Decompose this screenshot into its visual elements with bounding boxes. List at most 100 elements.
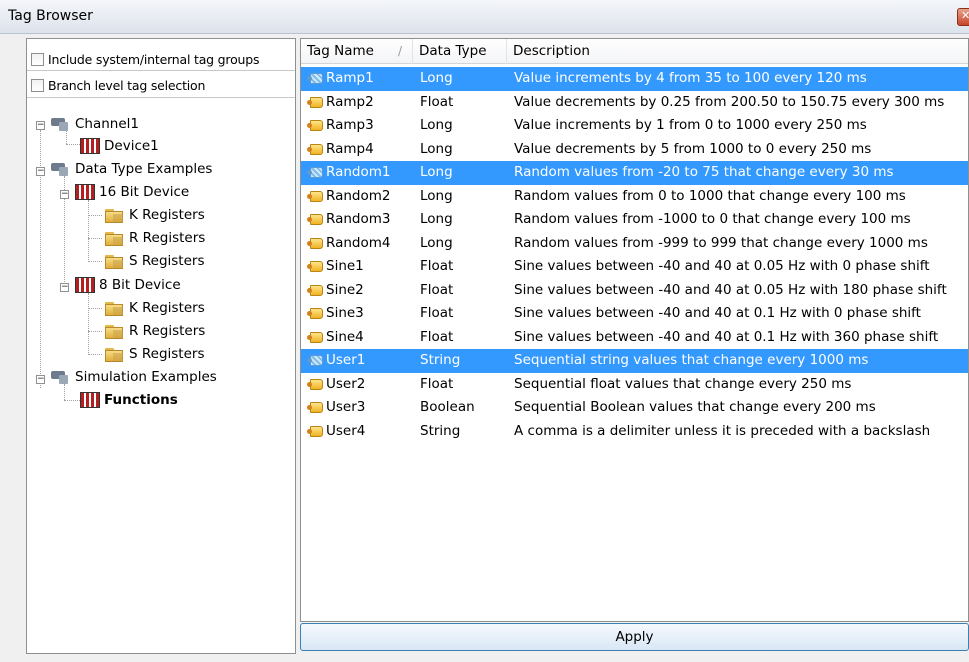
close-icon: ✕ <box>961 9 969 22</box>
table-row[interactable]: Sine2 Float Sine values between -40 and 40… <box>301 279 968 303</box>
tree-node-label: Channel1 <box>75 116 140 132</box>
tag-icon <box>307 72 323 85</box>
tag-name-cell: User1 <box>326 352 366 368</box>
data-type-cell: Long <box>420 187 453 204</box>
tree-node-label: R Registers <box>129 230 206 246</box>
column-header-description[interactable]: Description <box>507 39 968 64</box>
device-icon <box>75 277 95 293</box>
tag-icon <box>307 213 323 226</box>
description-cell: Sine values between -40 and 40 at 0.05 H… <box>514 281 947 298</box>
tree-node-8bit-s-registers[interactable]: S Registers <box>105 343 204 365</box>
table-row[interactable]: Ramp3 Long Value increments by 1 from 0 to… <box>301 114 968 138</box>
data-type-cell: Long <box>420 70 453 86</box>
collapse-icon[interactable]: − <box>36 375 45 384</box>
table-row[interactable]: User4 String A comma is a delimiter unless… <box>301 420 968 444</box>
tag-icon <box>307 143 323 156</box>
table-row[interactable]: Sine1 Float Sine values between -40 and 40… <box>301 255 968 279</box>
tree-node-16bit-r-registers[interactable]: R Registers <box>105 227 205 249</box>
table-row[interactable]: Ramp2 Float Value decrements by 0.25 from … <box>301 91 968 115</box>
table-row[interactable]: Sine3 Float Sine values between -40 and 40… <box>301 302 968 326</box>
dialog-client: Include system/internal tag groups Branc… <box>22 34 969 658</box>
data-type-cell: Long <box>420 140 453 157</box>
data-type-cell: Long <box>420 234 453 251</box>
description-cell: Value decrements by 0.25 from 200.50 to … <box>514 93 945 110</box>
tree-node-label: Functions <box>104 392 178 408</box>
tag-icon <box>307 260 323 273</box>
tag-name-cell: User4 <box>326 422 366 439</box>
folder-icon <box>105 208 125 223</box>
collapse-icon[interactable]: − <box>36 167 45 176</box>
tag-icon <box>307 119 323 132</box>
data-type-cell: String <box>420 352 461 368</box>
description-cell: Sequential string values that change eve… <box>514 352 869 368</box>
description-cell: Sine values between -40 and 40 at 0.05 H… <box>514 258 930 274</box>
tag-name-cell: Sine1 <box>326 258 364 274</box>
description-cell: Sequential float values that change ever… <box>514 375 852 392</box>
tag-icon <box>307 237 323 250</box>
description-cell: Sine values between -40 and 40 at 0.1 Hz… <box>514 328 939 345</box>
column-header-tag-name[interactable]: Tag Name / <box>301 39 413 64</box>
table-row[interactable]: Random4 Long Random values from -999 to 99… <box>301 232 968 256</box>
tag-icon <box>307 166 323 179</box>
table-row[interactable]: Ramp4 Long Value decrements by 5 from 1000… <box>301 138 968 162</box>
tag-name-cell: User3 <box>326 399 366 415</box>
collapse-icon[interactable]: − <box>60 283 69 292</box>
tree-node-8bit-k-registers[interactable]: K Registers <box>105 297 205 319</box>
tag-name-cell: Sine3 <box>326 305 364 321</box>
tree-node-simulation-examples[interactable]: Simulation Examples <box>51 366 217 388</box>
tag-icon <box>307 354 323 367</box>
tree-connector <box>88 354 102 355</box>
description-cell: Value increments by 4 from 35 to 100 eve… <box>514 70 867 86</box>
sort-indicator-icon: / <box>397 44 402 58</box>
tag-list: Tag Name / Data Type Description Ramp1 Lo… <box>300 38 969 622</box>
data-type-cell: Long <box>420 211 453 227</box>
table-row[interactable]: User2 Float Sequential float values that c… <box>301 373 968 397</box>
tree-node-device1[interactable]: Device1 <box>80 135 159 157</box>
tag-icon <box>307 401 323 414</box>
description-cell: Value decrements by 5 from 1000 to 0 eve… <box>514 140 872 157</box>
tree-node-label: 16 Bit Device <box>99 184 190 200</box>
device-icon <box>80 138 100 154</box>
tree-node-8-bit-device[interactable]: 8 Bit Device <box>75 274 181 296</box>
tag-name-cell: Ramp2 <box>326 93 374 110</box>
tree-node-16bit-k-registers[interactable]: K Registers <box>105 204 205 226</box>
tag-name-cell: Random3 <box>326 211 391 227</box>
tree-node-label: Data Type Examples <box>75 161 213 177</box>
tree-node-16bit-s-registers[interactable]: S Registers <box>105 250 204 272</box>
tag-name-cell: User2 <box>326 375 366 392</box>
tree-node-functions[interactable]: Functions <box>80 389 178 411</box>
column-header-data-type[interactable]: Data Type <box>413 39 507 64</box>
table-row[interactable]: User3 Boolean Sequential Boolean values th… <box>301 396 968 420</box>
description-cell: Random values from 0 to 1000 that change… <box>514 187 906 204</box>
description-cell: Random values from -1000 to 0 that chang… <box>514 211 911 227</box>
table-row[interactable]: Ramp1 Long Value increments by 4 from 35 t… <box>301 67 968 91</box>
close-button[interactable]: ✕ <box>957 8 969 26</box>
data-type-cell: String <box>420 422 461 439</box>
tag-name-cell: Sine2 <box>326 281 364 298</box>
tree-node-data-type-examples[interactable]: Data Type Examples <box>51 158 212 180</box>
column-header-label: Data Type <box>419 43 487 59</box>
table-row[interactable]: Sine4 Float Sine values between -40 and 40… <box>301 326 968 350</box>
folder-icon <box>105 231 125 246</box>
tag-name-cell: Ramp3 <box>326 117 374 133</box>
tree-node-16-bit-device[interactable]: 16 Bit Device <box>75 181 189 203</box>
data-type-cell: Long <box>420 117 453 133</box>
table-row[interactable]: Random1 Long Random values from -20 to 75 … <box>301 161 968 185</box>
tree-connector <box>64 400 80 401</box>
channel-icon <box>51 161 71 177</box>
tag-icon <box>307 425 323 438</box>
tree-node-8bit-r-registers[interactable]: R Registers <box>105 320 205 342</box>
table-row[interactable]: User1 String Sequential string values that… <box>301 349 968 373</box>
apply-button[interactable]: Apply <box>300 623 969 651</box>
tree-node-channel1[interactable]: Channel1 <box>51 113 139 135</box>
table-row[interactable]: Random3 Long Random values from -1000 to 0… <box>301 208 968 232</box>
table-row[interactable]: Random2 Long Random values from 0 to 1000 … <box>301 185 968 209</box>
collapse-icon[interactable]: − <box>60 190 69 199</box>
tag-list-header: Tag Name / Data Type Description <box>301 39 968 64</box>
tree-node-label: 8 Bit Device <box>99 277 181 293</box>
tree-connector <box>88 293 89 355</box>
tag-name-cell: Ramp4 <box>326 140 374 157</box>
tree-pane: Include system/internal tag groups Branc… <box>26 38 296 654</box>
tree-connector <box>88 215 102 216</box>
collapse-icon[interactable]: − <box>36 121 45 130</box>
